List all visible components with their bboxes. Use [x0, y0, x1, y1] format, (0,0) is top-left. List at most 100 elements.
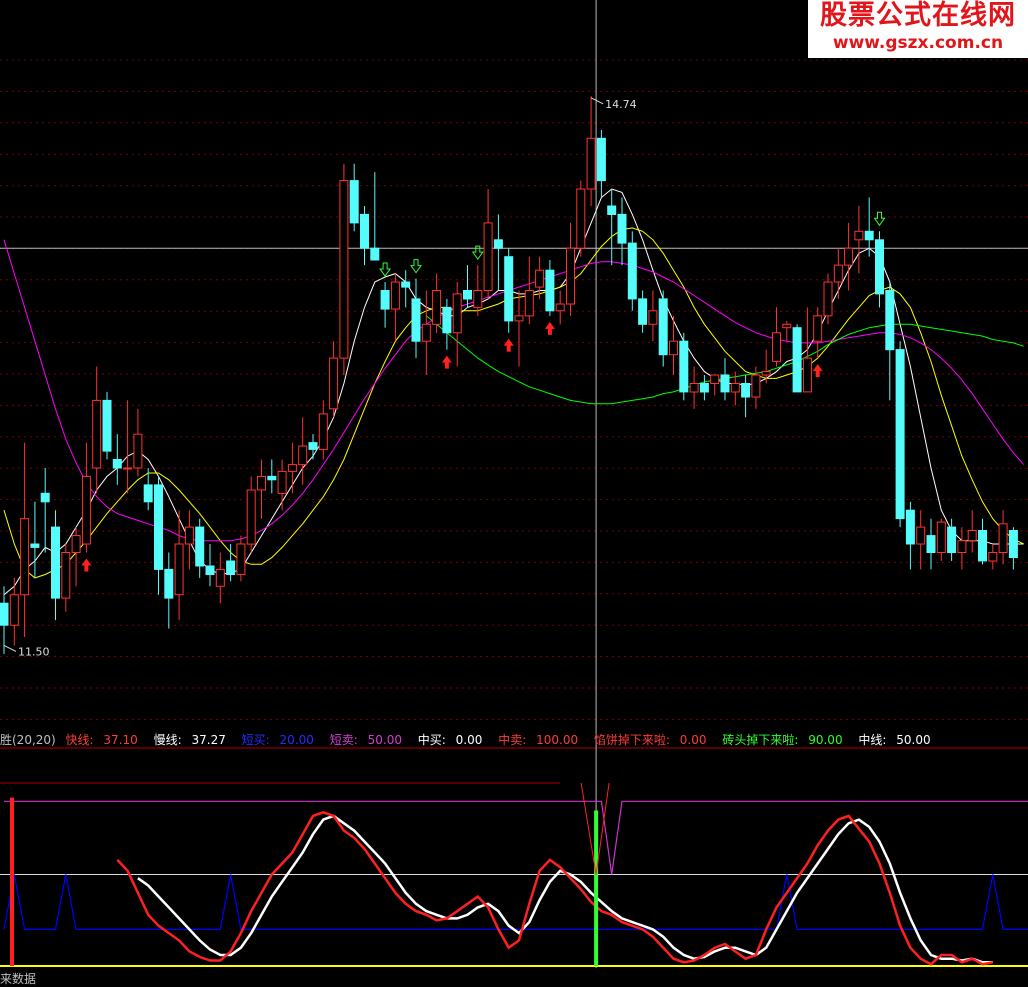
footer-text: 来数据 [0, 972, 37, 986]
candle-body [123, 467, 133, 470]
legend-short-buy: 短买: 20.00 [241, 733, 314, 747]
candle-body [112, 459, 122, 469]
candle-body [699, 383, 709, 393]
candle-body [782, 323, 792, 329]
candle-body [535, 269, 545, 288]
candle-body [648, 310, 658, 325]
candle-body [483, 222, 493, 291]
candle-body [947, 526, 957, 553]
candle-body [9, 594, 19, 626]
candle-body [246, 489, 256, 545]
candle-body [998, 523, 1008, 553]
candle-body [566, 247, 575, 305]
high-pointer [590, 97, 604, 105]
candle-body [1008, 530, 1018, 558]
candle-body [421, 323, 431, 342]
candle-body [370, 247, 380, 261]
low-pointer [3, 645, 17, 652]
indicator-line-3 [4, 800, 1028, 875]
candle-body [51, 526, 60, 599]
candle-body [761, 371, 771, 376]
buy-arrow-icon [544, 321, 555, 335]
candle-body [432, 290, 442, 325]
candle-body [792, 327, 802, 393]
candle-body [20, 518, 30, 596]
indicator-legend: 胜(20,20) 快线: 37.10 慢线: 37.27 短买: 20.00 短… [0, 731, 943, 749]
candle-body [823, 281, 833, 317]
buy-arrow-icon [503, 338, 514, 352]
candle-body [184, 526, 194, 545]
candle-body [30, 543, 40, 548]
candle-body [854, 230, 864, 241]
candle-body [864, 230, 874, 241]
candle-body [277, 470, 287, 494]
candle-body [978, 530, 987, 562]
candle-body [627, 242, 637, 300]
candle-body [916, 526, 926, 545]
indicator-line-1 [137, 814, 993, 964]
candle-body [730, 383, 740, 393]
candle-body [720, 374, 730, 393]
candle-body [936, 521, 946, 553]
candle-body [967, 530, 977, 542]
high-label: 14.74 [605, 98, 637, 111]
candle-body [329, 357, 339, 410]
sell-arrow-icon [379, 262, 392, 277]
candle-body [833, 264, 843, 283]
sell-arrow-icon [410, 259, 422, 274]
candle-body [61, 552, 71, 599]
candle-body [607, 205, 617, 215]
candle-body [514, 315, 524, 322]
legend-slow: 慢线: 37.27 [153, 733, 226, 747]
candle-body [957, 540, 967, 554]
candle-body [380, 290, 390, 310]
candle-body [71, 535, 81, 553]
candle-body [452, 293, 462, 334]
legend-pie: 馅饼掉下来啦: 0.00 [593, 733, 707, 747]
candle-body [81, 475, 91, 545]
indicator-line-2 [3, 874, 1028, 930]
candle-body [133, 433, 143, 469]
candle-body [226, 560, 236, 575]
candle-body [751, 374, 761, 398]
legend-fast: 快线: 37.10 [65, 733, 138, 747]
candle-body [988, 552, 998, 562]
candle-body [638, 298, 648, 325]
candle-body [349, 180, 359, 224]
candle-body [844, 247, 854, 266]
candle-body [545, 269, 555, 312]
candle-body [710, 374, 720, 384]
candle-body [102, 399, 112, 452]
candle-body [298, 445, 308, 466]
candle-body [493, 239, 503, 249]
low-label: 11.50 [18, 645, 50, 658]
legend-short-sell: 短卖: 50.00 [329, 733, 402, 747]
sell-arrow-icon [873, 211, 886, 227]
candle-body [926, 535, 936, 553]
candle-body [40, 492, 50, 503]
candle-body [154, 484, 163, 570]
candle-body [679, 340, 689, 393]
candle-body [308, 442, 318, 450]
candle-body [524, 290, 534, 317]
legend-midline: 中线: 50.00 [858, 733, 931, 747]
candle-body [875, 239, 884, 295]
brick-signal-bar [594, 810, 599, 966]
candle-body [813, 315, 823, 342]
candle-body [504, 256, 514, 322]
candle-body [215, 568, 225, 587]
candle-body [576, 188, 586, 249]
candle-body [257, 475, 266, 491]
candle-body [442, 306, 452, 334]
candle-body [92, 399, 102, 469]
candle-body [360, 213, 369, 249]
candle-body [473, 290, 483, 308]
pie-signal-bar [10, 797, 14, 967]
legend-brick: 砖头掉下来啦: 90.00 [722, 733, 843, 747]
candle-body [195, 526, 205, 567]
buy-arrow-icon [81, 558, 92, 572]
candle-body [885, 290, 895, 351]
candle-body [143, 484, 153, 503]
candle-body [741, 383, 751, 398]
candle-body [318, 413, 328, 450]
